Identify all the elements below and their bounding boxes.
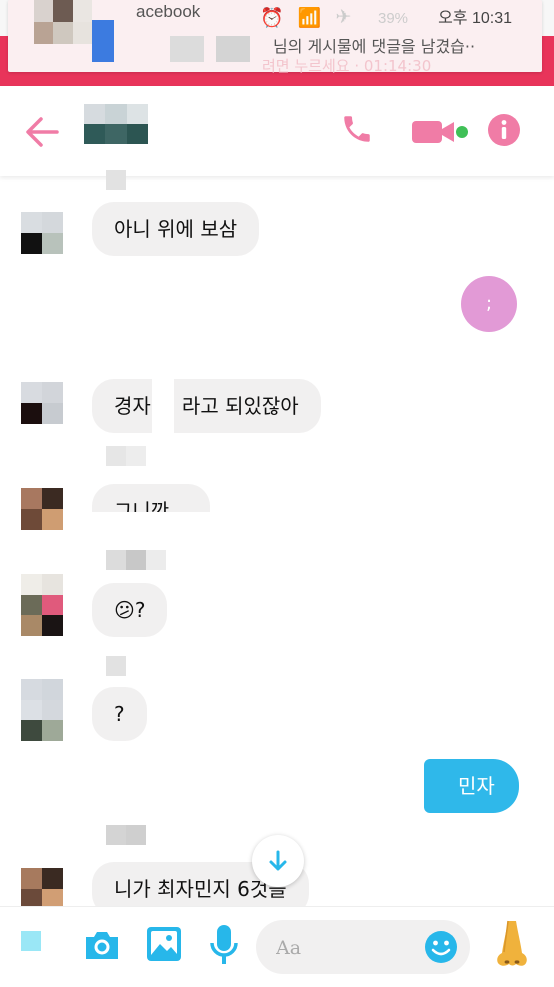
info-icon[interactable]: [487, 113, 521, 147]
clock: 오후 10:31: [438, 10, 512, 27]
sender-avatar[interactable]: [21, 679, 63, 741]
outgoing-message[interactable]: ;: [461, 276, 517, 332]
incoming-message[interactable]: 😕?: [92, 583, 168, 637]
alarm-icon: ⏰: [260, 7, 284, 29]
like-icon[interactable]: [494, 919, 530, 969]
redacted-name: [106, 446, 146, 466]
redaction-mask: [84, 512, 224, 542]
redaction-mask: [152, 376, 174, 436]
redacted-name: [106, 656, 126, 676]
message-input-field[interactable]: [256, 920, 470, 974]
video-camera-icon[interactable]: [412, 120, 456, 144]
notification-redaction: [216, 36, 250, 62]
message-input[interactable]: [274, 934, 428, 962]
notification-badge: [92, 20, 114, 62]
incoming-message[interactable]: 아니 위에 보삼: [92, 202, 260, 256]
camera-icon[interactable]: [82, 925, 122, 965]
battery-level: 39%: [378, 10, 409, 27]
sender-avatar[interactable]: [21, 488, 63, 530]
sender-avatar[interactable]: [21, 574, 63, 636]
notification-subtext: 려면 누르세요 · 01:14:30: [262, 57, 432, 75]
incoming-message[interactable]: 경자 지 라고 되있잖아: [92, 379, 321, 433]
wifi-icon: 📶: [297, 7, 322, 29]
back-arrow-icon[interactable]: [24, 114, 60, 150]
message-composer: [0, 906, 554, 987]
phone-icon[interactable]: [340, 112, 374, 146]
more-icon[interactable]: [21, 931, 41, 951]
outgoing-message[interactable]: 민자: [424, 759, 519, 813]
incoming-message[interactable]: ?: [92, 687, 147, 741]
redacted-name: [106, 170, 126, 190]
notification-redaction: [170, 36, 204, 62]
notification-app-name: acebook: [136, 2, 201, 21]
airplane-icon: ✈: [335, 6, 352, 28]
sender-avatar[interactable]: [21, 382, 63, 424]
redacted-name: [106, 825, 146, 845]
online-status-dot: [456, 126, 468, 138]
photo-icon[interactable]: [145, 925, 183, 963]
arrow-down-icon: [269, 850, 287, 871]
conversation-header: [0, 86, 554, 176]
sender-avatar[interactable]: [21, 212, 63, 254]
emoji-icon[interactable]: [424, 930, 458, 964]
notification-avatar: [34, 0, 92, 44]
contact-avatar[interactable]: [84, 104, 148, 144]
notification-message: 님의 게시물에 댓글을 남겼습··: [273, 37, 476, 56]
scroll-to-bottom-button[interactable]: [252, 835, 304, 887]
redacted-name: [106, 550, 166, 570]
microphone-icon[interactable]: [208, 923, 240, 967]
sender-avatar[interactable]: [21, 868, 63, 910]
status-icons: ⏰ 📶 ✈: [260, 6, 351, 29]
